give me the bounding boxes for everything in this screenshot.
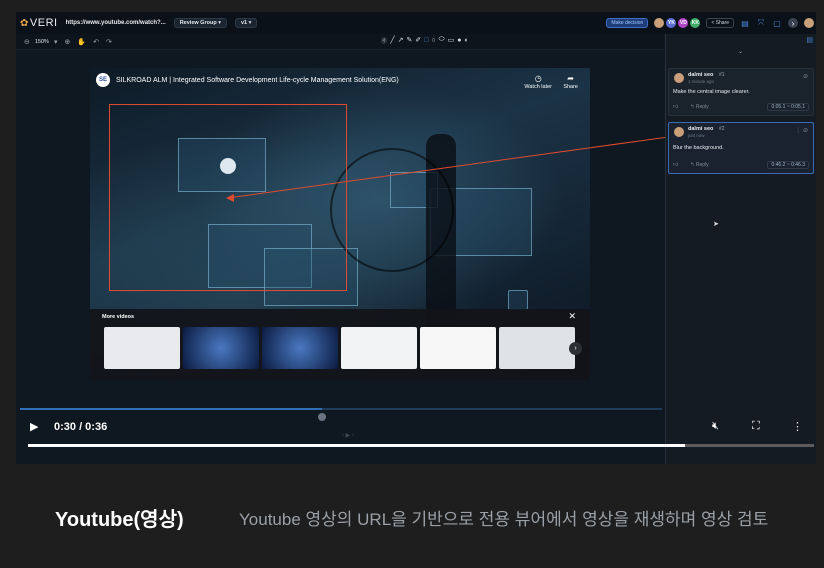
review-timeline-fill (20, 408, 322, 410)
reply-button[interactable]: ↰ Reply (690, 104, 708, 110)
comment-card[interactable]: dalmi seo #1 1 minute ago ⊘ Make the cen… (668, 68, 814, 116)
more-resolve-icon[interactable]: ⋮ ⊘ (795, 127, 808, 134)
time-range-badge[interactable]: 0:46.2 ~ 0:46.3 (767, 161, 809, 169)
chevron-down-icon[interactable]: ⌄ (738, 48, 743, 55)
comment-number: #2 (719, 126, 725, 132)
screenshot-frame: ✿ VERI https://www.youtube.com/watch?... … (16, 12, 816, 464)
resolve-icon[interactable]: ⊘ (803, 73, 808, 80)
comment-author: dalmi seo (688, 72, 714, 78)
reply-button[interactable]: ↰ Reply (690, 162, 708, 168)
youtube-progress-fill (28, 444, 686, 447)
comment-number: #1 (719, 72, 725, 78)
comment-time: just now (688, 133, 705, 138)
youtube-controls: ▶ 0:30 / 0:36 🔇︎ ⛶ ⋮ (16, 414, 816, 464)
comment-footer: 👍︎ ↰ Reply 0:05.1 ~ 0:05.1 (673, 103, 809, 111)
comment-footer: 👍︎ ↰ Reply 0:46.2 ~ 0:46.3 (673, 161, 809, 169)
reply-label: Reply (695, 104, 709, 110)
caption-description: Youtube 영상의 URL을 기반으로 전용 뷰어에서 영상을 재생하며 영… (239, 510, 769, 529)
like-icon[interactable]: 👍︎ (673, 104, 678, 110)
comment-time: 1 minute ago (688, 79, 715, 84)
more-options-icon[interactable]: ⋮ (792, 420, 803, 433)
comment-view-icon[interactable]: ▤ (806, 36, 813, 44)
play-icon[interactable]: ▶ (30, 420, 38, 433)
like-icon[interactable]: 👍︎ (673, 162, 678, 168)
mute-icon[interactable]: 🔇︎ (712, 420, 719, 433)
comments-panel: ▤ ⌄ dalmi seo #1 1 minute ago ⊘ Make the… (665, 34, 816, 464)
fullscreen-icon[interactable]: ⛶ (752, 420, 760, 433)
time-display: 0:30 / 0:36 (54, 421, 108, 433)
comment-avatar (674, 73, 684, 83)
comment-avatar (674, 127, 684, 137)
comment-text: Make the central image clearer. (673, 89, 750, 95)
mouse-cursor-icon: ➤ (713, 221, 719, 228)
reply-label: Reply (695, 162, 709, 168)
comment-text: Blur the background. (673, 145, 724, 151)
comment-card[interactable]: dalmi seo #2 just now ⋮ ⊘ Blur the backg… (668, 122, 814, 174)
caption-title: Youtube(영상) (55, 509, 184, 531)
time-range-badge[interactable]: 0:05.1 ~ 0:05.1 (767, 103, 809, 111)
comment-author: dalmi seo (688, 126, 714, 132)
